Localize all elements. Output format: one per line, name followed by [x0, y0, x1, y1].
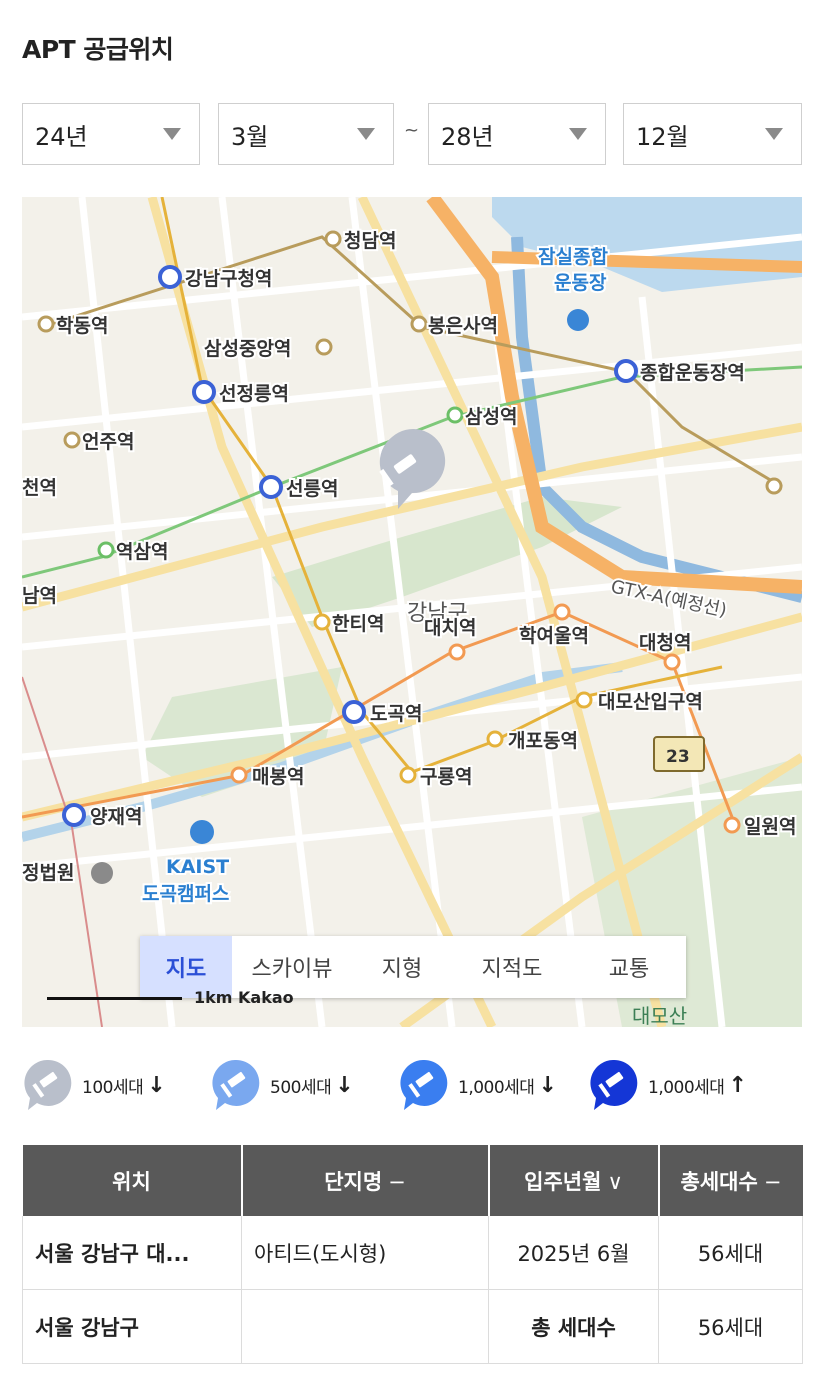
station-label: 청담역: [344, 230, 396, 252]
station-label: 양재역: [90, 806, 142, 828]
poi-label: 도곡캠퍼스: [142, 883, 229, 905]
auction-pin-lightblue-icon: [212, 1059, 260, 1110]
end-month-value: 12월: [636, 122, 689, 151]
station-label: 학여울역: [519, 625, 589, 647]
arrow-down-icon: ↓: [538, 1072, 557, 1098]
header-complex[interactable]: 단지명 −: [241, 1145, 490, 1216]
table-row[interactable]: 서울 강남구 대... 아티드(도시형) 2025년 6월 56세대: [22, 1216, 803, 1290]
header-move-in[interactable]: 입주년월 ∨: [488, 1145, 660, 1216]
cell-location: 서울 강남구 대...: [22, 1216, 242, 1290]
arrow-up-icon: ↑: [728, 1072, 747, 1098]
station-label: 구룡역: [420, 766, 472, 788]
dropdown-arrow-icon: [163, 128, 181, 140]
station-label: 삼성역: [465, 406, 517, 428]
legend-item-1000-below: 1,000세대 ↓: [398, 1055, 557, 1115]
legend-label: 1,000세대: [458, 1077, 535, 1098]
auction-pin-darkblue-icon: [590, 1059, 638, 1110]
poi-label: 정법원: [22, 862, 74, 884]
legend-label: 100세대: [82, 1077, 144, 1098]
tab-cadastral[interactable]: 지적도: [452, 936, 572, 998]
legend-label: 1,000세대: [648, 1077, 725, 1098]
end-year-value: 28년: [441, 122, 494, 151]
station-label: 선정릉역: [219, 383, 289, 405]
station-label: 잠실종합: [538, 246, 608, 268]
sort-none-icon: −: [763, 1169, 782, 1194]
auction-pin-blue-icon: [400, 1059, 448, 1110]
start-month-select[interactable]: 3월: [218, 103, 394, 165]
legend-item-500: 500세대 ↓: [210, 1055, 354, 1115]
range-separator: ~: [404, 120, 420, 141]
header-location: 위치: [22, 1145, 243, 1216]
tab-traffic[interactable]: 교통: [572, 936, 686, 998]
arrow-down-icon: ↓: [335, 1072, 354, 1098]
table-header-row: 위치 단지명 − 입주년월 ∨ 총세대수 −: [22, 1145, 803, 1216]
station-label: 도곡역: [370, 703, 422, 725]
map-view[interactable]: 청담역 강남구청역 잠실종합 운동장 학동역 봉은사역 삼성중앙역 종합운동장역…: [22, 197, 802, 1027]
station-label: 선릉역: [286, 478, 338, 500]
legend-item-1000-above: 1,000세대 ↑: [588, 1055, 747, 1115]
station-label: 삼성중앙역: [204, 338, 291, 360]
subway-sinbundang-line: [22, 676, 103, 1027]
station-label: 역삼역: [116, 541, 168, 563]
station-label: 남역: [22, 585, 57, 607]
route-label: 23: [666, 747, 690, 767]
supply-table: 위치 단지명 − 입주년월 ∨ 총세대수 − 서울 강남구 대... 아티드(도시형)…: [22, 1145, 803, 1364]
station-label: 운동장: [554, 272, 607, 294]
header-households[interactable]: 총세대수 −: [658, 1145, 803, 1216]
map-scale-bar: [47, 997, 182, 1000]
tab-terrain[interactable]: 지형: [352, 936, 452, 998]
poi-label: KAIST: [166, 856, 229, 878]
legend-label: 500세대: [270, 1077, 332, 1098]
table-total-row: 서울 강남구 총 세대수 56세대: [22, 1289, 803, 1364]
map-canvas[interactable]: 청담역 강남구청역 잠실종합 운동장 학동역 봉은사역 삼성중앙역 종합운동장역…: [22, 197, 802, 1027]
station-label: 천역: [22, 477, 57, 499]
page-title: APT 공급위치: [22, 35, 174, 64]
cell-total-location: 서울 강남구: [22, 1289, 242, 1364]
sort-desc-icon: ∨: [607, 1169, 623, 1194]
start-year-select[interactable]: 24년: [22, 103, 200, 165]
map-provider-logo: Kakao: [238, 988, 294, 1007]
start-month-value: 3월: [231, 122, 269, 151]
station-label: 강남구청역: [185, 268, 272, 290]
station-label: 봉은사역: [428, 315, 498, 337]
station-label: 한티역: [332, 613, 384, 635]
dropdown-arrow-icon: [569, 128, 587, 140]
cell-move-in: 2025년 6월: [488, 1216, 659, 1290]
station-label: 매봉역: [252, 766, 304, 788]
end-year-select[interactable]: 28년: [428, 103, 606, 165]
station-label: 학동역: [56, 315, 108, 337]
dropdown-arrow-icon: [765, 128, 783, 140]
station-label: 언주역: [82, 431, 134, 453]
station-label: 대모산입구역: [598, 691, 703, 713]
cell-total-households: 56세대: [658, 1289, 803, 1364]
station-label: 종합운동장역: [640, 362, 745, 384]
map-corner-label: 대모산: [632, 1004, 688, 1028]
auction-pin-gray-icon: [24, 1059, 72, 1110]
station-label: 일원역: [744, 816, 796, 838]
map-scale-label: 1km Kakao: [194, 988, 294, 1007]
arrow-down-icon: ↓: [147, 1072, 166, 1098]
station-label: 대치역: [424, 617, 476, 639]
start-year-value: 24년: [35, 122, 88, 151]
cell-complex[interactable]: 아티드(도시형): [241, 1216, 489, 1290]
end-month-select[interactable]: 12월: [623, 103, 802, 165]
cell-total-label: 총 세대수: [488, 1289, 659, 1364]
sort-none-icon: −: [388, 1169, 406, 1194]
legend-item-100: 100세대 ↓: [22, 1055, 166, 1115]
cell-total-empty: [241, 1289, 489, 1364]
dropdown-arrow-icon: [357, 128, 375, 140]
station-label: 대청역: [639, 632, 691, 654]
cell-households: 56세대: [658, 1216, 803, 1290]
station-label: 개포동역: [508, 730, 578, 752]
